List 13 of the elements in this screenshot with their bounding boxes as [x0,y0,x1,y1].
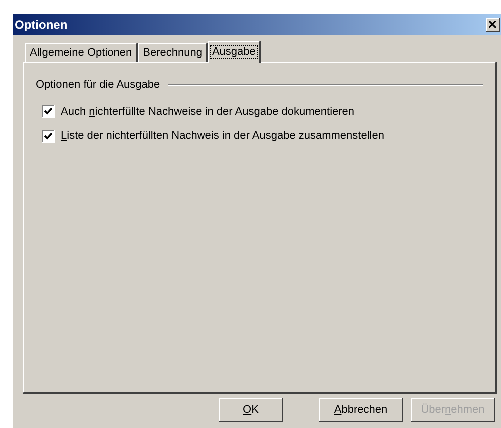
checkbox[interactable] [42,105,55,118]
tab[interactable]: Ausgabe [208,41,261,63]
close-button[interactable] [486,18,500,32]
window-title: Optionen [15,16,68,34]
dialog-button[interactable]: OK [219,398,283,422]
tab[interactable]: Allgemeine Optionen [25,43,138,62]
group-title: Optionen für die Ausgabe [36,78,160,93]
checkbox-label[interactable]: Liste der nichterfüllten Nachweis in der Ausgabe zusammenstellen [61,128,384,144]
close-icon [489,21,497,28]
tab[interactable]: Berechnung [138,43,208,62]
checkbox-label[interactable]: Auch nichterfüllte Nachweise in der Ausgabe dokumentieren [61,104,355,120]
dialog-button[interactable]: Abbrechen [319,398,403,422]
checkbox[interactable] [42,130,55,143]
